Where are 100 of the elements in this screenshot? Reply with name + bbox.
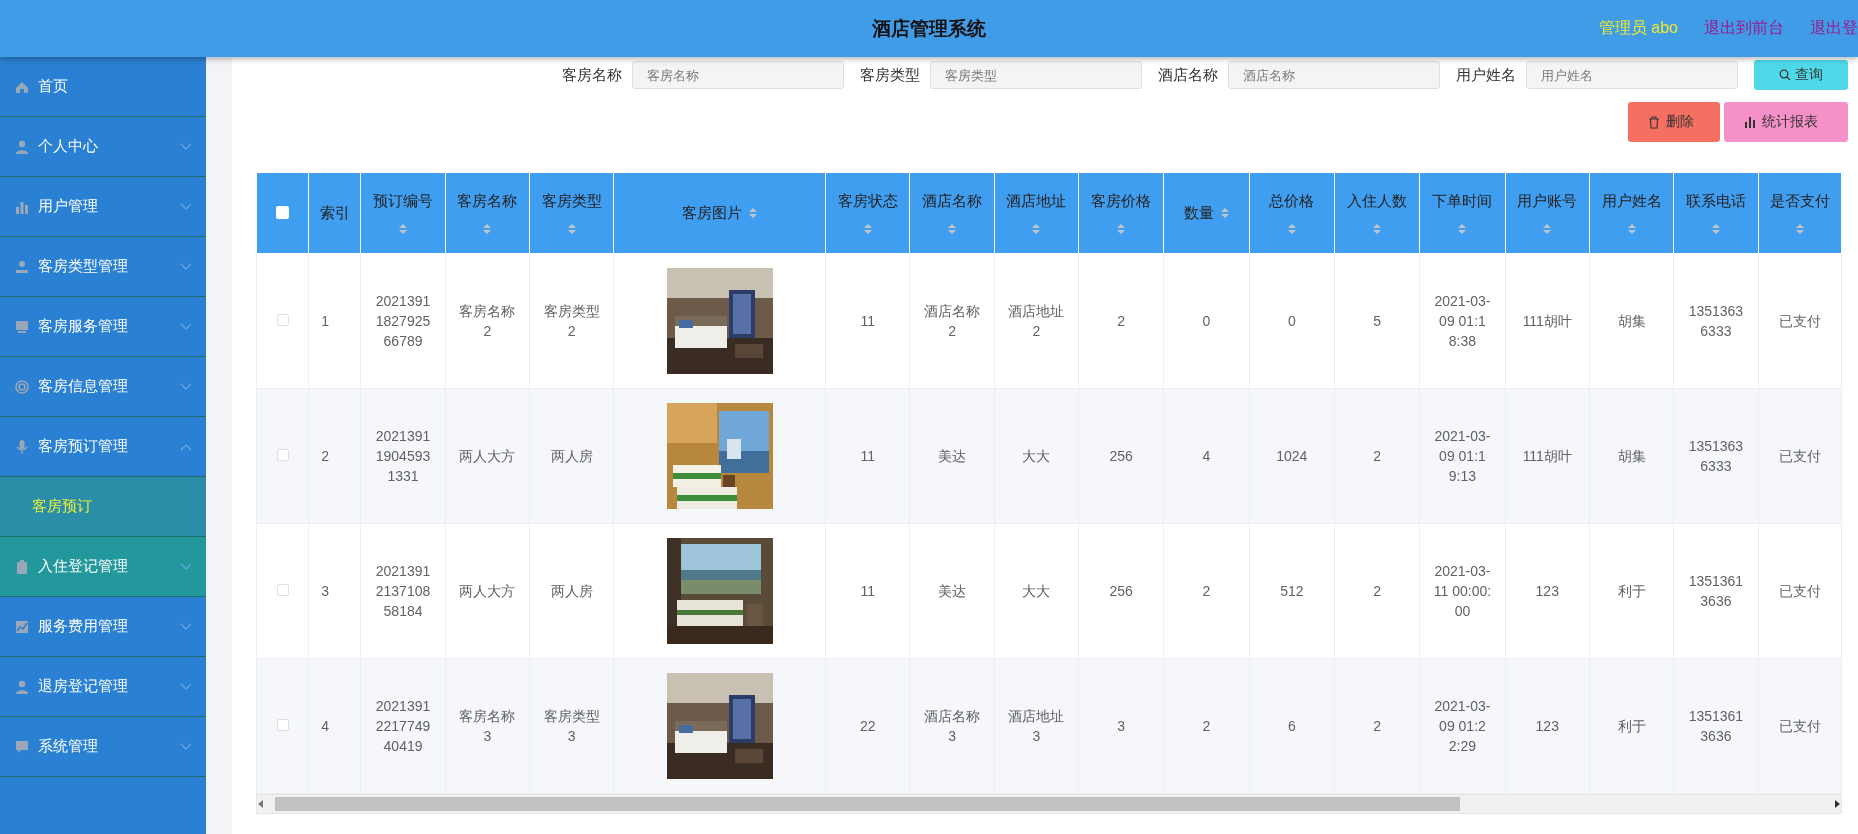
sort-icon[interactable] xyxy=(1116,222,1127,235)
column-header[interactable]: 客房状态 xyxy=(837,191,898,211)
column-header[interactable]: 入住人数 xyxy=(1347,191,1408,211)
user-icon xyxy=(14,138,30,155)
sort-icon[interactable] xyxy=(1219,207,1230,219)
table-cell: 2021-03-09 01:18:38 xyxy=(1434,293,1491,349)
table-cell: 2021-03-09 01:19:13 xyxy=(1434,428,1491,484)
table-cell: 已支付 xyxy=(1778,313,1821,329)
table-cell: 酒店名称2 xyxy=(924,303,981,339)
table-cell: 已支付 xyxy=(1778,718,1821,734)
sort-icon[interactable] xyxy=(1372,222,1383,235)
table-cell: 两人大方 xyxy=(459,448,516,464)
column-header[interactable]: 酒店名称 xyxy=(922,191,983,211)
submenu-item[interactable]: 客房预订 xyxy=(0,477,206,537)
column-header[interactable]: 用户姓名 xyxy=(1601,191,1662,211)
table-cell: 酒店地址2 xyxy=(1008,303,1065,339)
input-field[interactable]: 客房名称 xyxy=(632,61,844,89)
table-cell: 2 xyxy=(1373,448,1382,464)
table-cell: 大大 xyxy=(1022,448,1051,464)
table-cell: 客房类型2 xyxy=(543,303,600,339)
field-label: 客房类型 xyxy=(860,65,920,85)
sort-icon[interactable] xyxy=(398,222,409,235)
column-header[interactable]: 是否支付 xyxy=(1769,191,1830,211)
table-cell: 2 xyxy=(321,448,329,464)
scroll-left-icon[interactable] xyxy=(257,799,265,809)
column-header[interactable]: 客房类型 xyxy=(541,191,602,211)
input-field[interactable]: 酒店名称 xyxy=(1228,61,1440,89)
admin-label: 管理员 abo xyxy=(1598,18,1678,38)
sort-icon[interactable] xyxy=(1542,222,1553,235)
table-cell: 2021391213710858184 xyxy=(375,563,431,619)
table-cell: 1 xyxy=(321,313,329,329)
column-header[interactable]: 下单时间 xyxy=(1432,191,1493,211)
table-cell: 酒店名称3 xyxy=(924,708,981,744)
table-cell: 2021-03-11 00:00:00 xyxy=(1433,563,1492,619)
row-checkbox[interactable] xyxy=(276,449,289,461)
trash-icon xyxy=(1648,115,1660,129)
column-header[interactable]: 数量 xyxy=(1183,203,1214,223)
table-cell: 大大 xyxy=(1022,583,1051,599)
column-header[interactable]: 总价格 xyxy=(1269,191,1315,211)
table-cell: 已支付 xyxy=(1778,583,1821,599)
sort-icon[interactable] xyxy=(1710,222,1721,235)
ring-icon xyxy=(14,378,30,395)
table-cell: 客房类型3 xyxy=(543,708,600,744)
scroll-right-icon[interactable] xyxy=(1833,799,1841,809)
table-cell: 0 xyxy=(1202,313,1211,329)
sort-icon[interactable] xyxy=(862,222,873,235)
sort-icon[interactable] xyxy=(947,222,958,235)
table-cell: 123 xyxy=(1535,583,1559,599)
search-button[interactable]: 查询 xyxy=(1754,60,1848,90)
table-cell: 1024 xyxy=(1276,448,1308,464)
sort-icon[interactable] xyxy=(1031,222,1042,235)
line-chart-icon xyxy=(14,618,30,635)
table-cell: 4 xyxy=(1202,448,1211,464)
chat-icon xyxy=(14,738,30,755)
report-button[interactable]: 统计报表 xyxy=(1724,102,1848,142)
table-cell: 11 xyxy=(860,313,876,329)
column-header[interactable]: 客房图片 xyxy=(681,203,742,223)
user-icon xyxy=(14,258,30,275)
table-cell: 2 xyxy=(1373,583,1382,599)
column-header[interactable]: 客房名称 xyxy=(457,191,518,211)
sidebar-item[interactable]: 入住登记管理 xyxy=(0,537,206,597)
table-cell: 两人房 xyxy=(550,583,593,599)
input-field[interactable]: 客房类型 xyxy=(930,61,1142,89)
column-header: 索引 xyxy=(319,203,350,221)
sort-icon[interactable] xyxy=(1626,222,1637,235)
table-cell: 利于 xyxy=(1617,718,1646,734)
table-cell: 3 xyxy=(1117,718,1126,734)
table-cell: 11 xyxy=(860,448,876,464)
table-cell: 11 xyxy=(860,583,876,599)
sort-icon[interactable] xyxy=(747,207,758,219)
column-header[interactable]: 联系电话 xyxy=(1685,191,1746,211)
field-label: 用户姓名 xyxy=(1456,65,1516,85)
input-field[interactable]: 用户姓名 xyxy=(1526,61,1738,89)
sort-icon[interactable] xyxy=(482,222,493,235)
table-cell: 胡集 xyxy=(1617,313,1646,329)
sort-icon[interactable] xyxy=(1286,222,1297,235)
table-cell: 胡集 xyxy=(1617,448,1646,464)
column-header[interactable]: 预订编号 xyxy=(373,191,434,211)
delete-button[interactable]: 删除 xyxy=(1628,102,1720,142)
horizontal-scrollbar[interactable] xyxy=(256,794,1842,814)
scrollbar-thumb[interactable] xyxy=(275,797,1460,811)
sort-icon[interactable] xyxy=(566,222,577,235)
column-header[interactable]: 酒店地址 xyxy=(1006,191,1067,211)
column-header[interactable]: 用户账号 xyxy=(1517,191,1578,211)
app-title: 酒店管理系统 xyxy=(872,17,986,39)
table-cell: 酒店地址3 xyxy=(1008,708,1065,744)
sort-icon[interactable] xyxy=(1794,222,1805,235)
table-cell: 13513613636 xyxy=(1688,573,1744,609)
clipboard-icon xyxy=(14,558,30,575)
sort-icon[interactable] xyxy=(1457,222,1468,235)
table-cell: 美达 xyxy=(938,448,967,464)
row-checkbox[interactable] xyxy=(276,314,289,326)
microphone-icon xyxy=(14,438,30,455)
row-checkbox[interactable] xyxy=(276,584,289,596)
table-cell: 512 xyxy=(1280,583,1304,599)
table-cell: 2 xyxy=(1202,583,1211,599)
bar-chart-icon xyxy=(1744,116,1756,128)
row-checkbox[interactable] xyxy=(276,719,289,731)
select-all-checkbox[interactable] xyxy=(276,205,290,219)
column-header[interactable]: 客房价格 xyxy=(1091,191,1152,211)
